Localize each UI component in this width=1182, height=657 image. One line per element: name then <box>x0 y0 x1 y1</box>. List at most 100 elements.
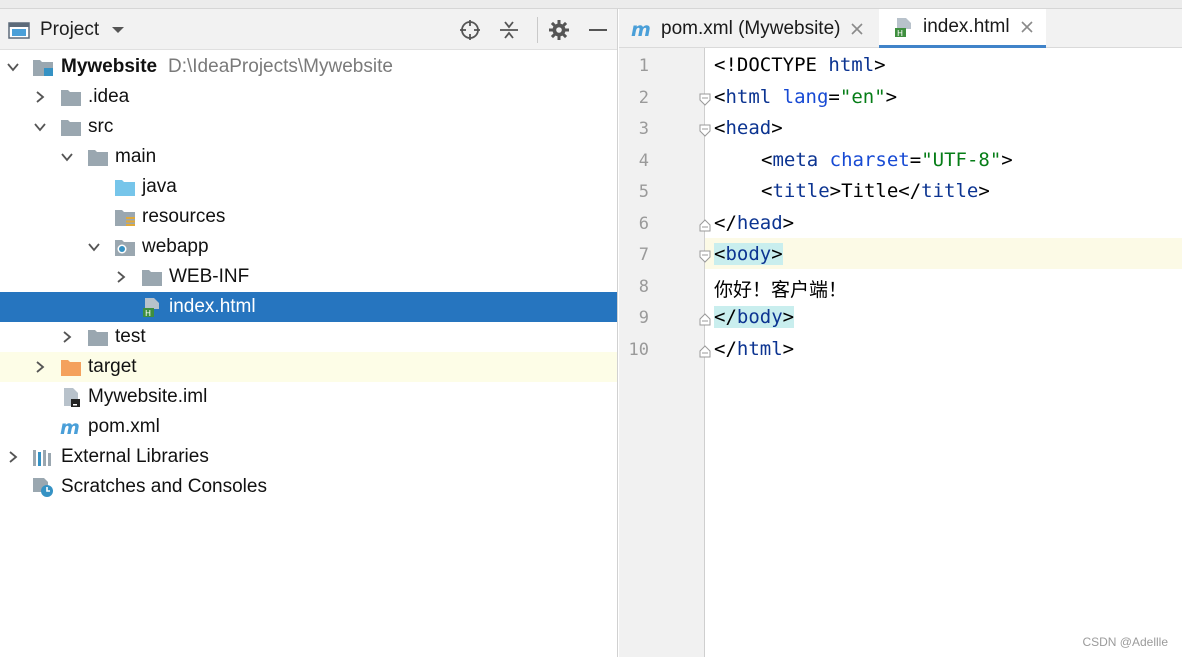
tree-item-target[interactable]: target <box>0 352 617 382</box>
code-line-3[interactable]: <head> <box>714 117 783 139</box>
fold-close-icon[interactable] <box>699 313 711 326</box>
svg-text:H: H <box>897 29 903 37</box>
code-token: <!DOCTYPE <box>714 54 829 76</box>
code-token: body <box>725 243 772 265</box>
line-number-gutter: 1 2 3 4 5 6 7 8 9 10 <box>619 48 711 657</box>
code-token: html <box>828 54 875 76</box>
code-token: > <box>1001 149 1013 171</box>
chevron-right-icon[interactable] <box>60 330 74 344</box>
code-token: 你好！客户端！ <box>714 279 848 301</box>
code-token: title <box>921 180 979 202</box>
fold-open-icon[interactable] <box>699 124 711 137</box>
tree-item-mywebsite-iml[interactable]: Mywebsite.iml <box>0 382 617 412</box>
code-token: html <box>725 86 772 108</box>
chevron-down-icon[interactable] <box>60 150 74 164</box>
code-line-4[interactable]: <meta charset="UTF-8"> <box>761 149 1013 171</box>
fold-close-icon[interactable] <box>699 219 711 232</box>
matched-tag-highlight: <body> <box>714 243 783 265</box>
fold-open-icon[interactable] <box>699 93 711 106</box>
folder-icon <box>61 90 81 106</box>
collapse-all-button[interactable] <box>497 18 521 42</box>
chevron-right-icon[interactable] <box>33 90 47 104</box>
tree-item-label: resources <box>142 206 226 227</box>
code-token: head <box>725 117 772 139</box>
code-line-7[interactable]: <body> <box>714 243 783 265</box>
code-line-6[interactable]: </head> <box>714 212 794 234</box>
tab-index-html[interactable]: H index.html <box>879 9 1046 48</box>
tree-item-main[interactable]: main <box>0 142 617 172</box>
code-line-9[interactable]: </body> <box>714 306 795 328</box>
code-token: = <box>828 86 840 108</box>
code-line-1[interactable]: <!DOCTYPE html> <box>714 54 886 76</box>
project-panel-header: Project <box>0 9 617 50</box>
code-token: </ <box>714 338 737 360</box>
fold-open-icon[interactable] <box>699 250 711 263</box>
code-token: meta <box>772 149 819 171</box>
chevron-down-icon[interactable] <box>33 120 47 134</box>
gear-icon <box>549 20 569 40</box>
close-icon[interactable] <box>850 22 864 36</box>
code-token: < <box>714 243 726 265</box>
collapse-icon <box>500 21 518 39</box>
maven-icon: m <box>631 19 651 39</box>
tree-item-pom-xml[interactable]: m pom.xml <box>0 412 617 442</box>
tree-item-resources[interactable]: resources <box>0 202 617 232</box>
line-number: 1 <box>638 56 649 76</box>
tree-item-label: .idea <box>88 86 130 107</box>
code-line-10[interactable]: </html> <box>714 338 794 360</box>
minimize-icon <box>589 29 607 31</box>
line-number: 10 <box>628 340 649 360</box>
chevron-down-icon[interactable] <box>87 240 101 254</box>
tree-item-index-html[interactable]: H index.html <box>0 292 617 322</box>
code-line-5[interactable]: <title>Title</title> <box>761 180 990 202</box>
locate-button[interactable] <box>458 18 482 42</box>
tab-pom-xml[interactable]: m pom.xml (Mywebsite) <box>619 9 877 48</box>
chevron-right-icon[interactable] <box>33 360 47 374</box>
code-token: > <box>771 243 783 265</box>
code-token: title <box>772 180 830 202</box>
code-token: > <box>874 54 886 76</box>
tree-item-src[interactable]: src <box>0 112 617 142</box>
line-number: 6 <box>638 214 649 234</box>
hide-panel-button[interactable] <box>586 18 610 42</box>
code-token: html <box>736 338 783 360</box>
scratches-icon <box>33 478 53 497</box>
code-line-2[interactable]: <html lang="en"> <box>714 86 897 108</box>
tree-item-webapp[interactable]: webapp <box>0 232 617 262</box>
fold-close-icon[interactable] <box>699 345 711 358</box>
dropdown-icon[interactable] <box>111 25 125 35</box>
code-token: </ <box>714 306 737 328</box>
tree-item-label: target <box>88 356 137 377</box>
tree-item-scratches[interactable]: Scratches and Consoles <box>0 472 617 502</box>
code-token: lang <box>771 86 829 108</box>
tree-item-java[interactable]: java <box>0 172 617 202</box>
code-token: >Title</ <box>829 180 922 202</box>
tree-item-label: Mywebsite.iml <box>88 386 208 407</box>
folder-icon <box>142 270 162 286</box>
tree-item-mywebsite[interactable]: Mywebsite D:\IdeaProjects\Mywebsite <box>0 52 617 82</box>
chevron-down-icon[interactable] <box>6 60 20 74</box>
line-number: 5 <box>638 182 649 202</box>
project-view-selector[interactable]: Project <box>8 17 125 43</box>
code-token: < <box>714 86 726 108</box>
tree-item-test[interactable]: test <box>0 322 617 352</box>
editor-area: m pom.xml (Mywebsite) H index.html 1 2 3… <box>619 9 1182 657</box>
code-line-8[interactable]: 你好！客户端！ <box>714 275 847 302</box>
web-folder-icon <box>115 240 135 256</box>
project-icon <box>8 22 30 39</box>
tree-item-external-libraries[interactable]: External Libraries <box>0 442 617 472</box>
code-token: < <box>714 117 726 139</box>
line-number: 8 <box>638 277 649 297</box>
tree-item-web-inf[interactable]: WEB-INF <box>0 262 617 292</box>
close-icon[interactable] <box>1020 20 1034 34</box>
code-token: </ <box>714 212 737 234</box>
tree-item-label: index.html <box>169 296 256 317</box>
tree-item-label: Mywebsite <box>61 56 158 77</box>
chevron-right-icon[interactable] <box>6 450 20 464</box>
tree-item-idea[interactable]: .idea <box>0 82 617 112</box>
excluded-folder-icon <box>61 360 81 376</box>
chevron-right-icon[interactable] <box>114 270 128 284</box>
tree-item-label: src <box>88 116 114 137</box>
settings-button[interactable] <box>547 18 571 42</box>
code-token: > <box>782 306 795 328</box>
